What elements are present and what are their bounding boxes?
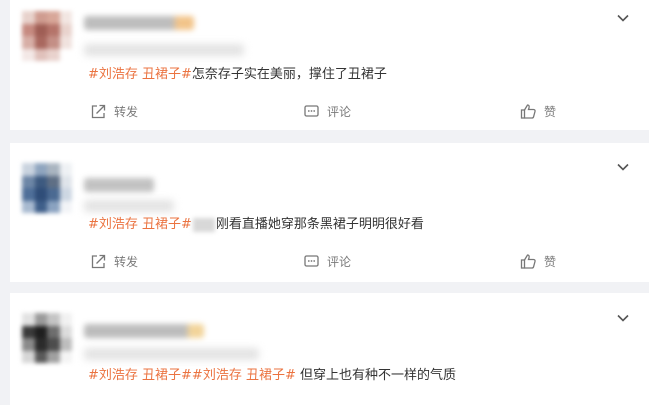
comment-button[interactable]: 评论	[303, 253, 351, 270]
avatar[interactable]	[22, 313, 72, 363]
user-name[interactable]	[84, 16, 194, 30]
chevron-down-icon[interactable]	[615, 159, 631, 175]
share-label: 转发	[114, 105, 139, 119]
post-body: 但穿上也有种不一样的气质	[295, 368, 456, 383]
post-text: #刘浩存 丑裙子#怎奈存子实在美丽，撑住了丑裙子	[88, 66, 387, 84]
comment-icon	[304, 255, 319, 267]
blurred-text	[192, 217, 215, 232]
like-label: 赞	[544, 105, 557, 119]
post-meta	[84, 200, 174, 212]
user-name[interactable]	[84, 324, 204, 338]
comment-label: 评论	[327, 105, 352, 119]
post-text: #刘浩存 丑裙子##刘浩存 丑裙子# 但穿上也有种不一样的气质	[88, 367, 456, 385]
avatar[interactable]	[22, 163, 72, 213]
post-body: 刚看直播她穿那条黑裙子明明很好看	[215, 217, 424, 232]
post-body: 怎奈存子实在美丽，撑住了丑裙子	[191, 67, 387, 82]
post-card: #刘浩存 丑裙子#怎奈存子实在美丽，撑住了丑裙子 转发 评论 赞	[10, 0, 649, 130]
post-card: #刘浩存 丑裙子# 刚看直播她穿那条黑裙子明明很好看 转发 评论 赞	[10, 143, 649, 282]
chevron-down-icon[interactable]	[615, 10, 631, 26]
like-button[interactable]: 赞	[520, 103, 556, 120]
share-label: 转发	[114, 255, 139, 269]
share-button[interactable]: 转发	[90, 253, 138, 270]
action-bar: 转发 评论 赞	[10, 253, 649, 273]
hashtag-link[interactable]: #刘浩存 丑裙子#	[192, 368, 296, 383]
thumbs-up-icon	[520, 104, 536, 119]
hashtag-link[interactable]: #刘浩存 丑裙子#	[88, 67, 192, 82]
thumbs-up-icon	[520, 254, 536, 269]
user-name[interactable]	[84, 178, 154, 192]
comment-button[interactable]: 评论	[303, 103, 351, 120]
post-meta	[84, 44, 244, 56]
like-button[interactable]: 赞	[520, 253, 556, 270]
share-button[interactable]: 转发	[90, 103, 138, 120]
hashtag-link[interactable]: #刘浩存 丑裙子#	[88, 368, 192, 383]
avatar[interactable]	[22, 11, 72, 61]
action-bar: 转发 评论 赞	[10, 103, 649, 123]
post-text: #刘浩存 丑裙子# 刚看直播她穿那条黑裙子明明很好看	[88, 216, 424, 234]
share-icon	[91, 104, 106, 119]
comment-icon	[304, 105, 319, 117]
post-meta	[84, 348, 259, 360]
hashtag-link[interactable]: #刘浩存 丑裙子#	[88, 217, 192, 232]
post-card: #刘浩存 丑裙子##刘浩存 丑裙子# 但穿上也有种不一样的气质	[10, 293, 649, 405]
chevron-down-icon[interactable]	[615, 310, 631, 326]
like-label: 赞	[544, 255, 557, 269]
comment-label: 评论	[327, 255, 352, 269]
share-icon	[91, 254, 106, 269]
